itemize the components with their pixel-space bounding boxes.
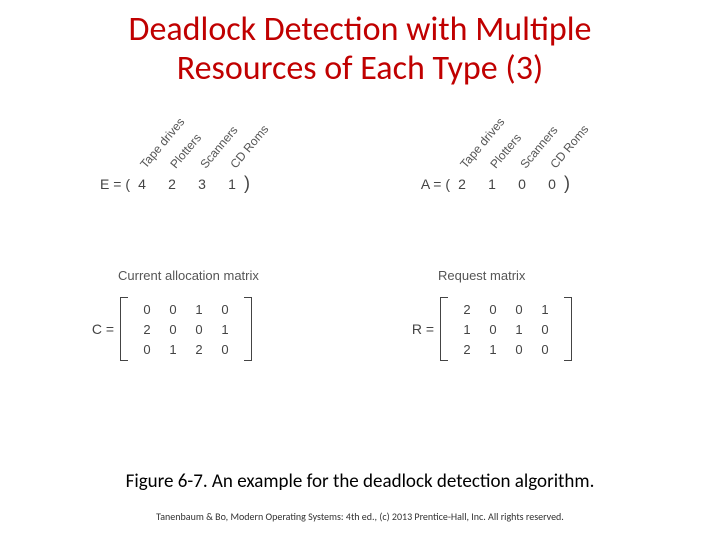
cell: 1 [195, 302, 202, 317]
resource-labels-e: Tape drives Plotters Scanners CD Roms [142, 118, 300, 173]
cell: 2 [143, 322, 150, 337]
paren-close: ) [244, 173, 250, 194]
cell: 1 [541, 302, 548, 317]
vec-val: 2 [456, 176, 468, 192]
figure-content: Tape drives Plotters Scanners CD Roms E … [0, 88, 720, 428]
cell: 0 [489, 302, 496, 317]
cell: 0 [515, 342, 522, 357]
vector-a-block: Tape drives Plotters Scanners CD Roms A … [420, 118, 620, 194]
resource-labels-a: Tape drives Plotters Scanners CD Roms [462, 118, 620, 173]
paren-close: ) [564, 173, 570, 194]
vec-val: 0 [546, 176, 558, 192]
cell: 0 [541, 322, 548, 337]
matrix-c-title: Current allocation matrix [118, 268, 310, 283]
vec-val: 0 [516, 176, 528, 192]
cell: 0 [169, 302, 176, 317]
cell: 0 [143, 342, 150, 357]
vector-a-name: A = ( [420, 176, 450, 192]
matrix-r: R = 2 0 0 1 1 0 1 0 2 1 0 0 [410, 297, 630, 361]
bracket-left-icon [440, 297, 448, 361]
cell: 1 [221, 322, 228, 337]
matrix-c-name: C = [90, 321, 114, 337]
vec-val: 3 [196, 176, 208, 192]
matrix-c-grid: 0 0 1 0 2 0 0 1 0 1 2 0 [134, 297, 238, 361]
title-line-1: Deadlock Detection with Multiple [22, 10, 698, 49]
cell: 0 [169, 322, 176, 337]
cell: 0 [221, 342, 228, 357]
vectors-row: Tape drives Plotters Scanners CD Roms E … [0, 118, 720, 194]
vector-e-values: 4 2 3 1 [136, 176, 238, 192]
cell: 1 [169, 342, 176, 357]
matrix-c-block: Current allocation matrix C = 0 0 1 0 2 0 0 1 … [90, 268, 310, 361]
vector-a: A = ( 2 1 0 0 ) [420, 173, 620, 194]
matrix-r-grid: 2 0 0 1 1 0 1 0 2 1 0 0 [454, 297, 558, 361]
cell: 0 [515, 302, 522, 317]
cell: 0 [195, 322, 202, 337]
cell: 2 [463, 342, 470, 357]
vector-e-block: Tape drives Plotters Scanners CD Roms E … [100, 118, 300, 194]
cell: 0 [143, 302, 150, 317]
matrix-r-block: Request matrix R = 2 0 0 1 1 0 1 0 2 1 0 0 [410, 268, 630, 361]
cell: 2 [463, 302, 470, 317]
matrix-r-title: Request matrix [438, 268, 630, 283]
slide-title: Deadlock Detection with Multiple Resourc… [0, 0, 720, 88]
bracket-right-icon [244, 297, 252, 361]
vec-val: 1 [486, 176, 498, 192]
vec-val: 4 [136, 176, 148, 192]
matrix-c: C = 0 0 1 0 2 0 0 1 0 1 2 0 [90, 297, 310, 361]
cell: 1 [489, 342, 496, 357]
title-line-2: Resources of Each Type (3) [22, 49, 698, 88]
vector-e: E = ( 4 2 3 1 ) [100, 173, 300, 194]
matrix-r-name: R = [410, 321, 434, 337]
vec-val: 1 [226, 176, 238, 192]
cell: 1 [515, 322, 522, 337]
figure-caption: Figure 6-7. An example for the deadlock … [0, 470, 720, 493]
cell: 2 [195, 342, 202, 357]
vector-e-name: E = ( [100, 176, 130, 192]
cell: 1 [463, 322, 470, 337]
cell: 0 [541, 342, 548, 357]
bracket-right-icon [564, 297, 572, 361]
copyright-footer: Tanenbaum & Bo, Modern Operating Systems… [0, 510, 720, 523]
cell: 0 [489, 322, 496, 337]
bracket-left-icon [120, 297, 128, 361]
matrices-row: Current allocation matrix C = 0 0 1 0 2 0 0 1 … [0, 268, 720, 361]
vector-a-values: 2 1 0 0 [456, 176, 558, 192]
vec-val: 2 [166, 176, 178, 192]
cell: 0 [221, 302, 228, 317]
